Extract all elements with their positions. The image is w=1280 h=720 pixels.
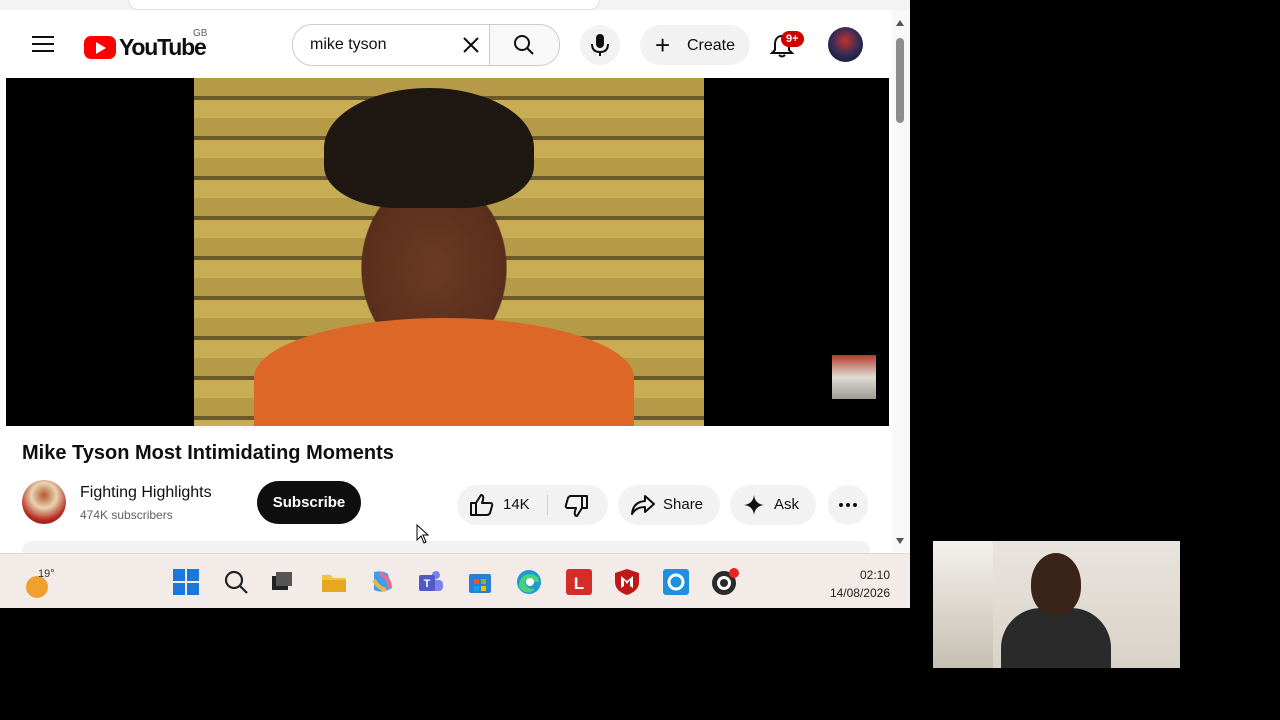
windows-start-icon[interactable]	[172, 568, 200, 596]
create-label: Create	[687, 37, 736, 54]
task-view-icon[interactable]	[268, 568, 296, 596]
clear-search-icon[interactable]	[459, 33, 483, 57]
search-icon	[514, 35, 534, 55]
svg-text:L: L	[574, 574, 584, 593]
copilot-icon[interactable]	[368, 568, 396, 596]
cortana-app-icon[interactable]	[662, 568, 690, 596]
share-icon	[631, 495, 655, 515]
menu-icon[interactable]	[32, 36, 54, 52]
like-dislike-group: 14K	[457, 485, 608, 525]
mcafee-icon[interactable]	[613, 568, 641, 596]
channel-avatar[interactable]	[22, 480, 66, 524]
clock-date: 14/08/2026	[829, 586, 890, 600]
scroll-up-arrow-icon[interactable]	[896, 20, 904, 26]
taskbar-clock[interactable]: 02:10 14/08/2026	[830, 566, 890, 602]
microsoft-store-icon[interactable]	[466, 568, 494, 596]
address-bar-strip	[0, 0, 910, 10]
account-avatar[interactable]	[828, 27, 863, 62]
voice-search-button[interactable]	[580, 25, 620, 65]
obs-recording-icon[interactable]	[711, 568, 739, 596]
share-button[interactable]: Share	[618, 485, 720, 525]
svg-text:T: T	[424, 578, 431, 590]
thumbs-down-icon[interactable]	[563, 494, 589, 518]
subscriber-count: 474K subscribers	[80, 508, 173, 522]
scrollbar-thumb[interactable]	[896, 38, 904, 123]
like-divider	[547, 495, 548, 515]
video-frame	[194, 78, 704, 426]
create-button[interactable]: + Create	[640, 25, 750, 65]
more-actions-button[interactable]	[828, 485, 868, 525]
ask-button[interactable]: Ask	[730, 485, 816, 525]
weather-widget[interactable]: 19°	[22, 568, 55, 598]
page-scrollbar[interactable]	[892, 10, 910, 552]
search-input[interactable]: mike tyson	[310, 36, 386, 54]
temperature: 19°	[38, 568, 55, 580]
channel-watermark[interactable]	[832, 355, 876, 399]
taskbar-search-icon[interactable]	[222, 568, 250, 596]
subscribe-button[interactable]: Subscribe	[257, 481, 361, 524]
windows-taskbar: 19° T L 02:10 14/08/2026	[0, 553, 910, 608]
thumbs-up-icon[interactable]	[469, 493, 495, 517]
region-code: GB	[193, 28, 208, 39]
youtube-header: YouTube GB mike tyson + Create 9+	[0, 10, 892, 76]
file-explorer-icon[interactable]	[320, 568, 348, 596]
video-player[interactable]	[6, 78, 889, 426]
lastpass-app-icon[interactable]: L	[565, 568, 593, 596]
search-button[interactable]	[489, 24, 560, 66]
microphone-icon	[591, 34, 609, 56]
webcam-overlay	[933, 541, 1180, 668]
share-label: Share	[663, 496, 704, 513]
webcam-person	[1001, 553, 1111, 668]
browser-window: YouTube GB mike tyson + Create 9+ Mike T…	[0, 0, 910, 608]
scroll-down-arrow-icon[interactable]	[896, 538, 904, 544]
search-box[interactable]: mike tyson	[292, 24, 491, 66]
teams-icon[interactable]: T	[417, 568, 445, 596]
more-horizontal-icon	[839, 503, 857, 507]
notification-badge: 9+	[781, 31, 804, 47]
youtube-play-icon	[84, 36, 116, 59]
mouse-cursor-icon	[416, 524, 430, 544]
ask-label: Ask	[774, 496, 800, 513]
webcam-background-shelf	[933, 541, 993, 668]
sparkle-icon	[744, 495, 764, 515]
address-bar[interactable]	[128, 0, 600, 10]
like-count[interactable]: 14K	[503, 496, 530, 513]
channel-name[interactable]: Fighting Highlights	[80, 484, 212, 502]
plus-icon: +	[655, 30, 671, 60]
youtube-logo[interactable]: YouTube GB	[84, 28, 207, 61]
clock-time: 02:10	[859, 568, 890, 582]
description-box[interactable]	[22, 541, 870, 553]
edge-browser-icon[interactable]	[515, 568, 543, 596]
video-title: Mike Tyson Most Intimidating Moments	[22, 442, 394, 464]
